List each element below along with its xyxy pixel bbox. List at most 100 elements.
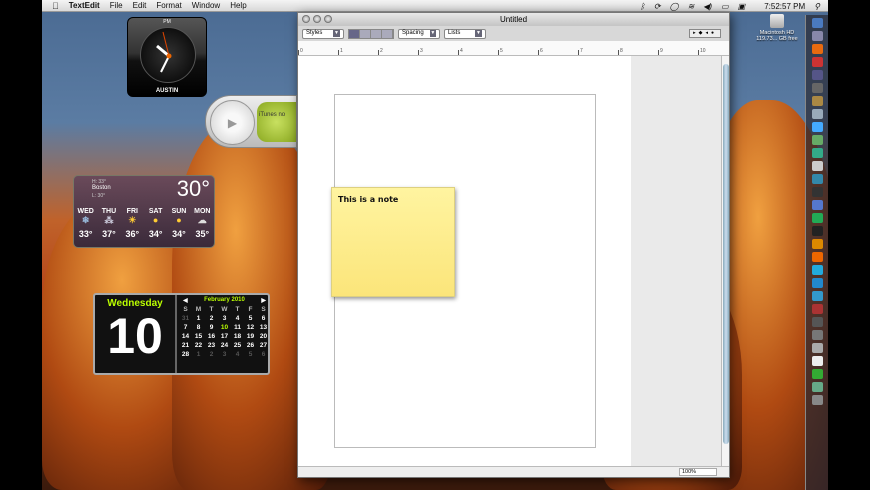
- sticky-note[interactable]: This is a note: [331, 187, 455, 297]
- display-icon[interactable]: ▣: [738, 2, 746, 11]
- spotlight-icon[interactable]: ⚲: [814, 2, 820, 11]
- dock-app-icon[interactable]: [811, 174, 823, 184]
- next-month-button[interactable]: ▶: [261, 297, 266, 304]
- menu-help[interactable]: Help: [230, 1, 246, 10]
- dock-app-icon[interactable]: [811, 291, 823, 301]
- play-button[interactable]: ▶: [210, 100, 255, 145]
- macintosh-hd-icon[interactable]: Macintosh HD 119.73... GB free: [747, 14, 807, 42]
- vertical-scrollbar[interactable]: [721, 56, 729, 468]
- calendar-date[interactable]: 19: [244, 333, 257, 340]
- calendar-date[interactable]: 24: [218, 342, 231, 349]
- calendar-date[interactable]: 7: [179, 324, 192, 331]
- scrollbar-thumb[interactable]: [723, 64, 729, 444]
- calendar-date[interactable]: 1: [192, 315, 205, 322]
- menu-edit[interactable]: Edit: [133, 1, 147, 10]
- dock-app-icon[interactable]: [811, 148, 823, 158]
- chat-icon[interactable]: ◯: [670, 2, 679, 11]
- calendar-date[interactable]: 28: [179, 351, 192, 358]
- clock-time[interactable]: 7:52:57 PM: [764, 2, 805, 11]
- minimize-button[interactable]: [313, 15, 321, 23]
- calendar-date[interactable]: 23: [205, 342, 218, 349]
- styles-dropdown[interactable]: Styles ▼: [302, 28, 344, 39]
- zoom-dropdown[interactable]: 100%: [679, 468, 717, 476]
- title-bar[interactable]: Untitled: [298, 13, 729, 26]
- calendar-date[interactable]: 4: [231, 351, 244, 358]
- dock-app-icon[interactable]: [811, 213, 823, 223]
- zoom-button[interactable]: [324, 15, 332, 23]
- dock-app-icon[interactable]: [811, 330, 823, 340]
- calendar-date[interactable]: 6: [257, 351, 270, 358]
- calendar-date[interactable]: 9: [205, 324, 218, 331]
- battery-icon[interactable]: ▭: [721, 2, 729, 11]
- calendar-date[interactable]: 13: [257, 324, 270, 331]
- apple-menu-icon[interactable]: : [52, 1, 59, 11]
- dock-app-icon[interactable]: [811, 57, 823, 67]
- dock-app-icon[interactable]: [811, 70, 823, 80]
- calendar-widget[interactable]: Wednesday 10 ◀ February 2010 ▶ S M T W T F S 31 1 2…: [93, 293, 270, 375]
- dock-app-icon[interactable]: [811, 395, 823, 405]
- calendar-date[interactable]: 4: [231, 315, 244, 322]
- dock-app-icon[interactable]: [811, 252, 823, 262]
- dock-app-icon[interactable]: [811, 265, 823, 275]
- dock-app-icon[interactable]: [811, 109, 823, 119]
- dock-app-icon[interactable]: [811, 18, 823, 28]
- bluetooth-icon[interactable]: ᛒ: [640, 2, 645, 11]
- calendar-date[interactable]: 5: [244, 351, 257, 358]
- volume-icon[interactable]: ◀): [703, 2, 712, 11]
- calendar-date[interactable]: 8: [192, 324, 205, 331]
- calendar-date[interactable]: 25: [231, 342, 244, 349]
- calendar-date[interactable]: 2: [205, 315, 218, 322]
- calendar-date[interactable]: 26: [244, 342, 257, 349]
- dock-app-icon[interactable]: [811, 369, 823, 379]
- calendar-date[interactable]: 10: [218, 324, 231, 331]
- calendar-date[interactable]: 17: [218, 333, 231, 340]
- calendar-date[interactable]: 18: [231, 333, 244, 340]
- calendar-date[interactable]: 5: [244, 315, 257, 322]
- menu-window[interactable]: Window: [192, 1, 220, 10]
- tab-stops-control[interactable]: ▸◆◂●: [689, 29, 721, 38]
- calendar-date[interactable]: 21: [179, 342, 192, 349]
- dock-app-icon[interactable]: [811, 44, 823, 54]
- alignment-control[interactable]: [348, 28, 394, 39]
- calendar-date[interactable]: 2: [205, 351, 218, 358]
- clock-widget[interactable]: PM AUSTIN: [127, 17, 207, 97]
- menu-file[interactable]: File: [110, 1, 123, 10]
- calendar-date[interactable]: 1: [192, 351, 205, 358]
- wifi-icon[interactable]: ≋: [688, 2, 695, 11]
- calendar-date[interactable]: 15: [192, 333, 205, 340]
- dock-app-icon[interactable]: [811, 96, 823, 106]
- calendar-date[interactable]: 3: [218, 351, 231, 358]
- calendar-date[interactable]: 3: [218, 315, 231, 322]
- dock-app-icon[interactable]: [811, 317, 823, 327]
- close-button[interactable]: [302, 15, 310, 23]
- dock-app-icon[interactable]: [811, 31, 823, 41]
- dock-app-icon[interactable]: [811, 356, 823, 366]
- spacing-dropdown[interactable]: Spacing ▼: [398, 28, 440, 39]
- dock-app-icon[interactable]: [811, 239, 823, 249]
- dock-app-icon[interactable]: [811, 187, 823, 197]
- calendar-date[interactable]: 22: [192, 342, 205, 349]
- menu-format[interactable]: Format: [156, 1, 181, 10]
- calendar-date[interactable]: 31: [179, 315, 192, 322]
- weather-widget[interactable]: H: 33° Boston L: 30° 30° WED ❄ 33° THU ⁂ 37°…: [73, 175, 215, 248]
- calendar-date[interactable]: 6: [257, 315, 270, 322]
- dock-app-icon[interactable]: [811, 161, 823, 171]
- calendar-date[interactable]: 27: [257, 342, 270, 349]
- lists-dropdown[interactable]: Lists ▼: [444, 28, 486, 39]
- dock-app-icon[interactable]: [811, 278, 823, 288]
- prev-month-button[interactable]: ◀: [183, 297, 188, 304]
- dock-app-icon[interactable]: [811, 135, 823, 145]
- dock-app-icon[interactable]: [811, 200, 823, 210]
- dock-app-icon[interactable]: [811, 83, 823, 93]
- calendar-date[interactable]: 12: [244, 324, 257, 331]
- sync-icon[interactable]: ⟳: [654, 2, 661, 11]
- dock-app-icon[interactable]: [811, 343, 823, 353]
- calendar-date[interactable]: 16: [205, 333, 218, 340]
- calendar-date[interactable]: 11: [231, 324, 244, 331]
- ruler[interactable]: 0 1 2 3 4 5 6 7 8 9 10: [298, 41, 729, 56]
- dock-app-icon[interactable]: [811, 226, 823, 236]
- dock-app-icon[interactable]: [811, 122, 823, 132]
- dock-app-icon[interactable]: [811, 304, 823, 314]
- dock-app-icon[interactable]: [811, 382, 823, 392]
- calendar-date[interactable]: 20: [257, 333, 270, 340]
